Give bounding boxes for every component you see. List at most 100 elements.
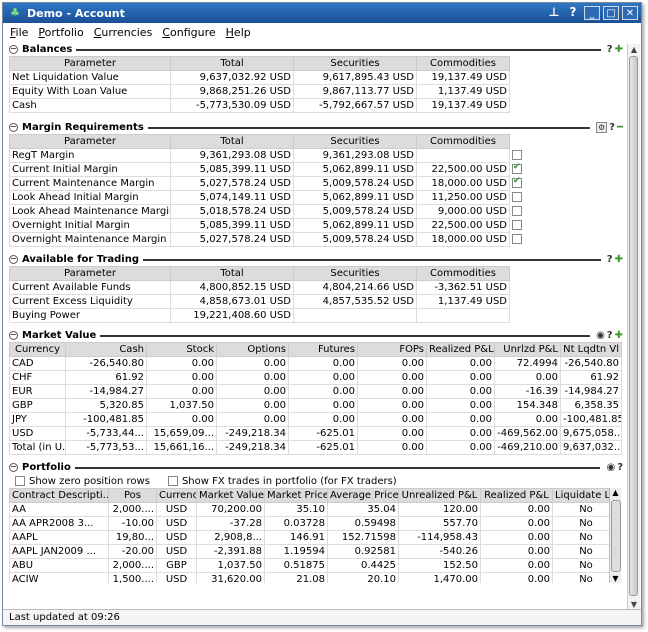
currency-cell: USD bbox=[9, 426, 66, 441]
value-cell: 0.59498 bbox=[327, 516, 399, 531]
margin-checkbox[interactable] bbox=[512, 177, 522, 188]
value-cell: 19,137.49 USD bbox=[416, 98, 510, 113]
column-header[interactable]: Contract Descripti... bbox=[9, 488, 109, 503]
column-header[interactable]: Total bbox=[170, 56, 294, 71]
add-icon[interactable]: ✚ bbox=[615, 330, 623, 341]
table-row[interactable]: ABU 2,000.... GBP 1,037.50 0.51875 0.4425 152.… bbox=[9, 558, 620, 573]
column-header-label: Average Price bbox=[330, 490, 399, 501]
refresh-icon[interactable]: ◉ bbox=[606, 462, 615, 473]
help-icon[interactable]: ? bbox=[607, 44, 613, 55]
margin-check-cell bbox=[510, 219, 524, 233]
table-row[interactable]: AAPL 19,80... USD 2,908,8... 146.91 152.71598… bbox=[9, 530, 620, 545]
column-header[interactable]: Parameter bbox=[9, 134, 171, 149]
column-header[interactable]: Securities bbox=[293, 56, 417, 71]
table-row[interactable]: AAPL JAN2009 ... -20.00 USD -2,391.88 1.1959… bbox=[9, 544, 620, 559]
collapse-icon[interactable] bbox=[9, 123, 18, 132]
margin-checkbox[interactable] bbox=[512, 206, 522, 216]
margin-checkbox[interactable] bbox=[512, 150, 522, 160]
column-header[interactable]: Commodities bbox=[416, 56, 510, 71]
column-header-label: Pos bbox=[123, 490, 141, 501]
scroll-up-icon[interactable]: ▲ bbox=[610, 488, 621, 497]
margin-checkbox[interactable] bbox=[512, 163, 522, 174]
help-icon[interactable]: ? bbox=[617, 462, 623, 473]
value-cell: 5,085,399.11 USD bbox=[170, 218, 294, 233]
column-header[interactable]: Stock bbox=[146, 342, 217, 357]
column-header[interactable]: Currency bbox=[156, 488, 197, 503]
column-header[interactable]: Futures bbox=[288, 342, 358, 357]
margin-checkbox[interactable] bbox=[512, 234, 522, 244]
collapse-icon[interactable] bbox=[9, 45, 18, 54]
help-icon[interactable]: ? bbox=[609, 122, 615, 133]
column-header[interactable]: Pos bbox=[108, 488, 157, 503]
show-fx-trades-option[interactable]: Show FX trades in portfolio (for FX trad… bbox=[167, 476, 397, 487]
menu-help[interactable]: Help bbox=[226, 26, 251, 39]
show-fx-checkbox[interactable] bbox=[167, 476, 178, 486]
portfolio-scrollbar[interactable]: ▲ ▼ bbox=[609, 488, 621, 583]
column-header[interactable]: Nt Lqdtn Vl bbox=[560, 342, 622, 357]
value-cell: 1,037.50 bbox=[196, 558, 265, 573]
parameter-cell: Net Liquidation Value bbox=[9, 70, 171, 85]
collapse-icon[interactable] bbox=[9, 331, 18, 340]
menu-currencies[interactable]: Currencies bbox=[94, 26, 153, 39]
column-header[interactable]: Market Price bbox=[264, 488, 328, 503]
scroll-up-icon[interactable]: ▲ bbox=[628, 44, 640, 55]
parameter-cell: Current Excess Liquidity bbox=[9, 294, 171, 309]
minimize-button[interactable]: _ bbox=[584, 6, 600, 20]
table-row[interactable]: ACIW 1,500.... USD 31,620.00 21.08 20.10 1,470… bbox=[9, 572, 620, 583]
close-button[interactable]: ✕ bbox=[622, 6, 638, 20]
add-icon[interactable]: ✚ bbox=[615, 44, 623, 55]
column-header[interactable]: Total bbox=[170, 266, 294, 281]
column-header[interactable]: Unrealized P&L bbox=[398, 488, 481, 503]
collapse-icon[interactable] bbox=[9, 255, 18, 264]
table-row: Current Maintenance Margin 5,027,578.24 U… bbox=[9, 176, 524, 191]
collapse-icon[interactable] bbox=[9, 463, 18, 472]
column-header[interactable]: Market Value bbox=[196, 488, 265, 503]
value-cell: USD bbox=[156, 544, 197, 559]
table-row[interactable]: AA 2,000.... USD 70,200.00 35.10 35.04 120.00 0… bbox=[9, 502, 620, 517]
column-header[interactable]: Currency bbox=[9, 342, 66, 357]
column-header[interactable]: Parameter bbox=[9, 266, 171, 281]
settings-icon[interactable]: ⚙ bbox=[595, 122, 608, 133]
value-cell: 5,018,578.24 USD bbox=[170, 204, 294, 219]
show-zero-position-option[interactable]: Show zero position rows bbox=[15, 476, 150, 487]
refresh-icon[interactable]: ◉ bbox=[596, 330, 605, 341]
maximize-button[interactable]: □ bbox=[603, 6, 619, 20]
help-icon[interactable]: ? bbox=[607, 254, 613, 265]
collapse-minus-icon[interactable]: ━ bbox=[617, 122, 623, 133]
margin-checkbox[interactable] bbox=[512, 192, 522, 202]
column-header[interactable]: Realized P&L bbox=[480, 488, 553, 503]
help-icon[interactable]: ? bbox=[607, 330, 613, 341]
section-title: Market Value bbox=[22, 330, 97, 341]
column-header[interactable]: Cash bbox=[65, 342, 147, 357]
column-header[interactable]: Securities bbox=[293, 266, 417, 281]
column-header[interactable]: FOPs bbox=[357, 342, 427, 357]
parameter-cell: Look Ahead Maintenance Margin bbox=[9, 204, 171, 219]
main-scrollbar[interactable]: ▲ ▼ bbox=[627, 44, 640, 610]
menu-configure[interactable]: Configure bbox=[162, 26, 215, 39]
show-zero-checkbox[interactable] bbox=[15, 476, 25, 486]
scroll-down-icon[interactable]: ▼ bbox=[610, 574, 621, 583]
menu-file[interactable]: File bbox=[10, 26, 28, 39]
column-header[interactable]: Total bbox=[170, 134, 294, 149]
column-header[interactable]: Commodities bbox=[416, 266, 510, 281]
value-cell: 35.04 bbox=[327, 502, 399, 517]
column-header[interactable]: Realized P&L bbox=[426, 342, 495, 357]
scroll-thumb[interactable] bbox=[629, 56, 638, 596]
column-header[interactable]: Unrlzd P&L bbox=[494, 342, 561, 357]
margin-check-cell bbox=[510, 233, 524, 247]
scroll-thumb[interactable] bbox=[611, 500, 621, 572]
value-cell: 2,000.... bbox=[108, 502, 157, 517]
table-row[interactable]: AA APR2008 3... -10.00 USD -37.28 0.03728 0.5… bbox=[9, 516, 620, 531]
value-cell: 2,908,8... bbox=[196, 530, 265, 545]
menu-portfolio[interactable]: Portfolio bbox=[38, 26, 83, 39]
pin-icon[interactable]: ⊥ bbox=[546, 6, 562, 20]
help-icon[interactable]: ? bbox=[565, 6, 581, 20]
column-header[interactable]: Commodities bbox=[416, 134, 510, 149]
divider bbox=[143, 258, 601, 261]
margin-checkbox[interactable] bbox=[512, 220, 522, 230]
column-header[interactable]: Securities bbox=[293, 134, 417, 149]
column-header[interactable]: Parameter bbox=[9, 56, 171, 71]
column-header[interactable]: Average Price bbox=[327, 488, 399, 503]
add-icon[interactable]: ✚ bbox=[615, 254, 623, 265]
column-header[interactable]: Options bbox=[216, 342, 289, 357]
